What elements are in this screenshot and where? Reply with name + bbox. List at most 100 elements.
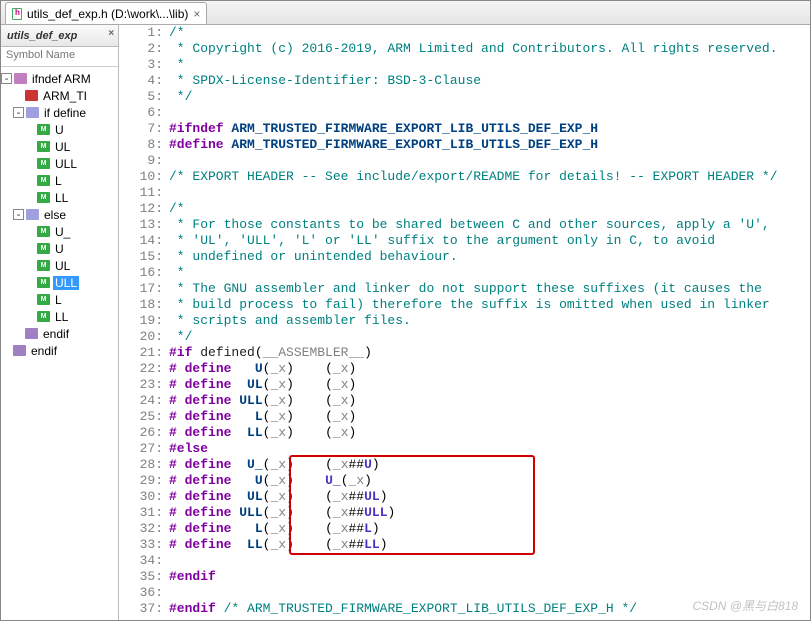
code-text: * (169, 265, 185, 281)
tree-node-label: ULL (53, 157, 79, 171)
code-line[interactable]: 33:# define LL(_x) (_x##LL) (119, 537, 810, 553)
code-line[interactable]: 26:# define LL(_x) (_x) (119, 425, 810, 441)
tree-node[interactable]: MU_ (1, 223, 118, 240)
code-text: * Copyright (c) 2016-2019, ARM Limited a… (169, 41, 778, 57)
code-text: /* (169, 25, 185, 41)
code-line[interactable]: 6: (119, 105, 810, 121)
code-line[interactable]: 37:#endif /* ARM_TRUSTED_FIRMWARE_EXPORT… (119, 601, 810, 617)
tree-node[interactable]: MULL (1, 155, 118, 172)
gutter: 29: (119, 473, 169, 489)
code-line[interactable]: 3: * (119, 57, 810, 73)
symbol-icon: M (37, 226, 50, 237)
sidebar-tab[interactable]: utils_def_exp × (1, 25, 118, 47)
code-line[interactable]: 16: * (119, 265, 810, 281)
tree-toggle-icon[interactable]: - (13, 209, 24, 220)
gutter: 28: (119, 457, 169, 473)
tree-node[interactable]: MUL (1, 138, 118, 155)
document-tab[interactable]: utils_def_exp.h (D:\work\...\lib) × (5, 2, 207, 24)
code-line[interactable]: 25:# define L(_x) (_x) (119, 409, 810, 425)
code-line[interactable]: 32:# define L(_x) (_x##L) (119, 521, 810, 537)
code-line[interactable]: 24:# define ULL(_x) (_x) (119, 393, 810, 409)
tree-node[interactable]: MU (1, 121, 118, 138)
code-line[interactable]: 30:# define UL(_x) (_x##UL) (119, 489, 810, 505)
code-line[interactable]: 27:#else (119, 441, 810, 457)
symbol-sidebar: utils_def_exp × Symbol Name -ifndef ARMA… (1, 25, 119, 620)
gutter: 11: (119, 185, 169, 201)
tree-node[interactable]: ML (1, 172, 118, 189)
code-line[interactable]: 5: */ (119, 89, 810, 105)
tree-node[interactable]: ARM_TI (1, 87, 118, 104)
code-editor[interactable]: 1:/*2: * Copyright (c) 2016-2019, ARM Li… (119, 25, 810, 620)
code-line[interactable]: 36: (119, 585, 810, 601)
tree-node-label: UL (53, 259, 72, 273)
code-line[interactable]: 29:# define U(_x) U_(_x) (119, 473, 810, 489)
tree-node-label: U (53, 242, 66, 256)
tree-node[interactable]: MLL (1, 308, 118, 325)
code-line[interactable]: 35:#endif (119, 569, 810, 585)
gutter: 8: (119, 137, 169, 153)
gutter: 36: (119, 585, 169, 601)
sidebar-column-header[interactable]: Symbol Name (1, 47, 118, 67)
tree-node[interactable]: ML (1, 291, 118, 308)
code-line[interactable]: 7:#ifndef ARM_TRUSTED_FIRMWARE_EXPORT_LI… (119, 121, 810, 137)
code-text: # define U_(_x) (_x##U) (169, 457, 380, 473)
tree-node[interactable]: endif (1, 325, 118, 342)
symbol-icon (26, 209, 39, 220)
code-text: /* (169, 201, 185, 217)
code-line[interactable]: 15: * undefined or unintended behaviour. (119, 249, 810, 265)
code-text: /* EXPORT HEADER -- See include/export/R… (169, 169, 778, 185)
code-line[interactable]: 2: * Copyright (c) 2016-2019, ARM Limite… (119, 41, 810, 57)
code-line[interactable]: 17: * The GNU assembler and linker do no… (119, 281, 810, 297)
code-line[interactable]: 11: (119, 185, 810, 201)
code-line[interactable]: 22:# define U(_x) (_x) (119, 361, 810, 377)
symbol-icon: M (37, 311, 50, 322)
close-icon[interactable]: × (193, 7, 200, 21)
gutter: 2: (119, 41, 169, 57)
tree-node[interactable]: endif (1, 342, 118, 359)
gutter: 4: (119, 73, 169, 89)
close-icon[interactable]: × (108, 28, 114, 39)
tree-node[interactable]: -ifndef ARM (1, 70, 118, 87)
code-line[interactable]: 18: * build process to fail) therefore t… (119, 297, 810, 313)
document-tab-title: utils_def_exp.h (D:\work\...\lib) (27, 7, 188, 21)
code-line[interactable]: 19: * scripts and assembler files. (119, 313, 810, 329)
code-line[interactable]: 14: * 'UL', 'ULL', 'L' or 'LL' suffix to… (119, 233, 810, 249)
tree-node[interactable]: -if define (1, 104, 118, 121)
code-line[interactable]: 31:# define ULL(_x) (_x##ULL) (119, 505, 810, 521)
code-text: * 'UL', 'ULL', 'L' or 'LL' suffix to the… (169, 233, 715, 249)
code-line[interactable]: 9: (119, 153, 810, 169)
gutter: 31: (119, 505, 169, 521)
gutter: 34: (119, 553, 169, 569)
tree-node[interactable]: MLL (1, 189, 118, 206)
tree-toggle-icon[interactable]: - (1, 73, 12, 84)
symbol-tree[interactable]: -ifndef ARMARM_TI-if defineMUMULMULLMLML… (1, 67, 118, 620)
code-line[interactable]: 28:# define U_(_x) (_x##U) (119, 457, 810, 473)
tree-node-label: UL (53, 140, 72, 154)
symbol-icon: M (37, 277, 50, 288)
tree-node[interactable]: MU (1, 240, 118, 257)
code-text: #endif (169, 569, 216, 585)
code-line[interactable]: 1:/* (119, 25, 810, 41)
code-line[interactable]: 23:# define UL(_x) (_x) (119, 377, 810, 393)
tree-toggle-icon[interactable]: - (13, 107, 24, 118)
tree-node[interactable]: MUL (1, 257, 118, 274)
code-line[interactable]: 21:#if defined(__ASSEMBLER__) (119, 345, 810, 361)
code-text: * undefined or unintended behaviour. (169, 249, 458, 265)
code-line[interactable]: 20: */ (119, 329, 810, 345)
code-line[interactable]: 13: * For those constants to be shared b… (119, 217, 810, 233)
symbol-icon: M (37, 141, 50, 152)
document-tabbar: utils_def_exp.h (D:\work\...\lib) × (1, 1, 810, 25)
code-line[interactable]: 34: (119, 553, 810, 569)
tree-node[interactable]: MULL (1, 274, 118, 291)
symbol-icon: M (37, 243, 50, 254)
code-line[interactable]: 8:#define ARM_TRUSTED_FIRMWARE_EXPORT_LI… (119, 137, 810, 153)
code-text: * SPDX-License-Identifier: BSD-3-Clause (169, 73, 481, 89)
code-line[interactable]: 4: * SPDX-License-Identifier: BSD-3-Clau… (119, 73, 810, 89)
tree-node[interactable]: -else (1, 206, 118, 223)
code-text: # define U(_x) U_(_x) (169, 473, 372, 489)
symbol-icon: M (37, 124, 50, 135)
code-line[interactable]: 12:/* (119, 201, 810, 217)
gutter: 22: (119, 361, 169, 377)
gutter: 32: (119, 521, 169, 537)
code-line[interactable]: 10:/* EXPORT HEADER -- See include/expor… (119, 169, 810, 185)
